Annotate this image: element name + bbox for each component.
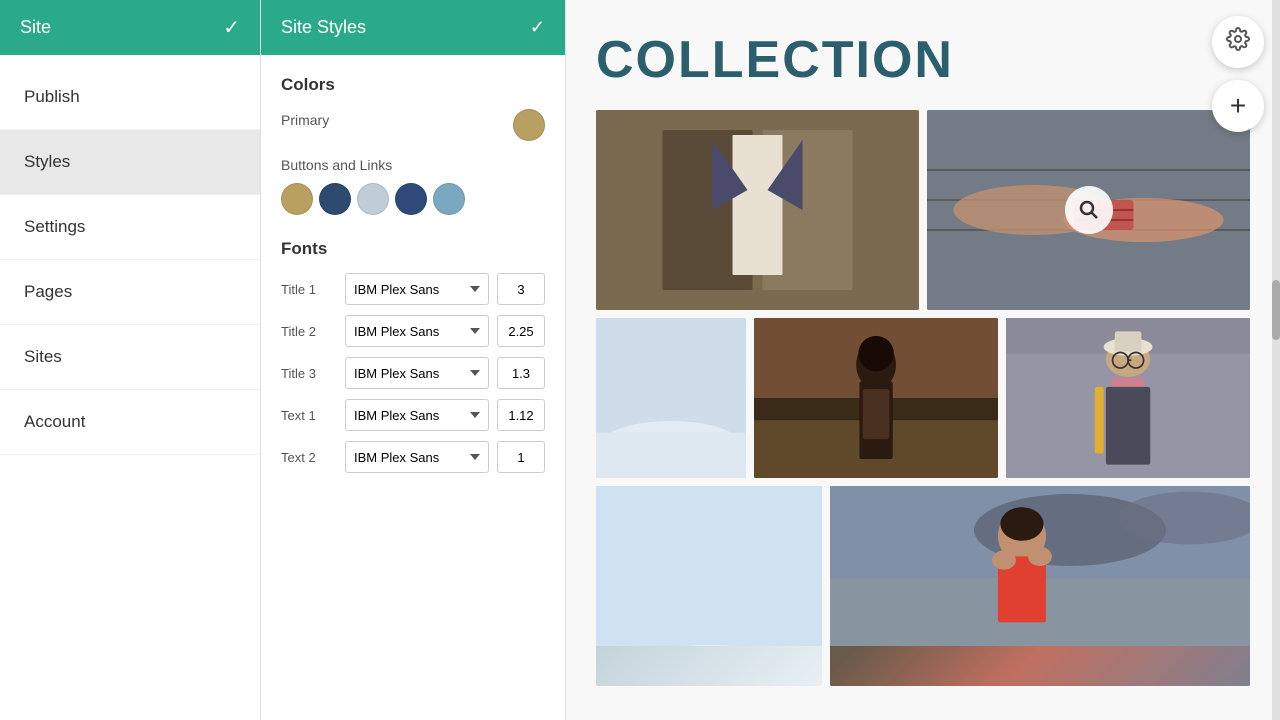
- font-row-text2: Text 2 IBM Plex Sans: [281, 441, 545, 473]
- search-overlay-icon[interactable]: [1065, 186, 1113, 234]
- font-row-title2: Title 2 IBM Plex Sans: [281, 315, 545, 347]
- scrollbar-track: [1272, 0, 1280, 720]
- font-size-title2[interactable]: [497, 315, 545, 347]
- plus-icon: +: [1230, 92, 1246, 120]
- gallery-item-woman-forest[interactable]: [754, 318, 998, 478]
- styles-checkmark: ✓: [530, 17, 545, 38]
- font-size-title1[interactable]: [497, 273, 545, 305]
- swatch-3[interactable]: [357, 183, 389, 215]
- floating-buttons: +: [1212, 16, 1264, 132]
- sidebar-checkmark: ✓: [223, 15, 240, 40]
- gallery-item-suit[interactable]: [596, 110, 919, 310]
- font-row-title3: Title 3 IBM Plex Sans: [281, 357, 545, 389]
- scrollbar-thumb[interactable]: [1272, 280, 1280, 340]
- gear-icon: [1226, 27, 1250, 57]
- sidebar-item-styles[interactable]: Styles: [0, 130, 260, 195]
- font-size-text1[interactable]: [497, 399, 545, 431]
- font-size-text2[interactable]: [497, 441, 545, 473]
- buttons-links-label: Buttons and Links: [281, 157, 545, 173]
- font-select-title1[interactable]: IBM Plex Sans: [345, 273, 489, 305]
- add-button[interactable]: +: [1212, 80, 1264, 132]
- swatch-4[interactable]: [395, 183, 427, 215]
- primary-color-swatch[interactable]: [513, 109, 545, 141]
- styles-content: Colors Primary Buttons and Links Fonts T…: [261, 55, 565, 503]
- font-label-text2: Text 2: [281, 450, 337, 465]
- font-size-title3[interactable]: [497, 357, 545, 389]
- gallery-item-partial-bottom[interactable]: [596, 486, 822, 686]
- sidebar-item-account[interactable]: Account: [0, 390, 260, 455]
- swatch-1[interactable]: [281, 183, 313, 215]
- gallery-item-woman-sky[interactable]: [830, 486, 1250, 686]
- sidebar: Site ✓ Publish Styles Settings Pages Sit…: [0, 0, 261, 720]
- collection-title: COLLECTION: [566, 0, 1280, 110]
- gallery-row-1: [566, 110, 1280, 310]
- swatch-2[interactable]: [319, 183, 351, 215]
- font-row-text1: Text 1 IBM Plex Sans: [281, 399, 545, 431]
- gallery-item-partial[interactable]: [596, 318, 746, 478]
- colors-section-title: Colors: [281, 75, 545, 95]
- color-swatches-row: [281, 183, 545, 215]
- sidebar-title: Site: [20, 17, 51, 38]
- styles-panel: Site Styles ✓ Colors Primary Buttons and…: [261, 0, 566, 720]
- swatch-5[interactable]: [433, 183, 465, 215]
- fonts-section-title: Fonts: [281, 239, 545, 259]
- sidebar-item-pages[interactable]: Pages: [0, 260, 260, 325]
- gallery-row-2: [566, 318, 1280, 478]
- main-content: COLLECTION: [566, 0, 1280, 720]
- primary-color-row: Primary: [281, 109, 545, 141]
- font-label-title3: Title 3: [281, 366, 337, 381]
- fonts-section: Fonts Title 1 IBM Plex Sans Title 2 IBM …: [281, 239, 545, 473]
- gallery-row-3: [566, 486, 1280, 686]
- primary-label: Primary: [281, 112, 329, 128]
- font-select-text2[interactable]: IBM Plex Sans: [345, 441, 489, 473]
- font-label-title2: Title 2: [281, 324, 337, 339]
- font-label-text1: Text 1: [281, 408, 337, 423]
- gallery-item-street[interactable]: [1006, 318, 1250, 478]
- font-select-text1[interactable]: IBM Plex Sans: [345, 399, 489, 431]
- styles-title: Site Styles: [281, 17, 366, 38]
- font-label-title1: Title 1: [281, 282, 337, 297]
- font-select-title2[interactable]: IBM Plex Sans: [345, 315, 489, 347]
- gear-button[interactable]: [1212, 16, 1264, 68]
- sidebar-item-publish[interactable]: Publish: [0, 65, 260, 130]
- sidebar-header[interactable]: Site ✓: [0, 0, 260, 55]
- gallery-item-girls[interactable]: [927, 110, 1250, 310]
- sidebar-item-sites[interactable]: Sites: [0, 325, 260, 390]
- styles-header[interactable]: Site Styles ✓: [261, 0, 565, 55]
- font-row-title1: Title 1 IBM Plex Sans: [281, 273, 545, 305]
- font-select-title3[interactable]: IBM Plex Sans: [345, 357, 489, 389]
- sidebar-item-settings[interactable]: Settings: [0, 195, 260, 260]
- sidebar-nav: Publish Styles Settings Pages Sites Acco…: [0, 55, 260, 720]
